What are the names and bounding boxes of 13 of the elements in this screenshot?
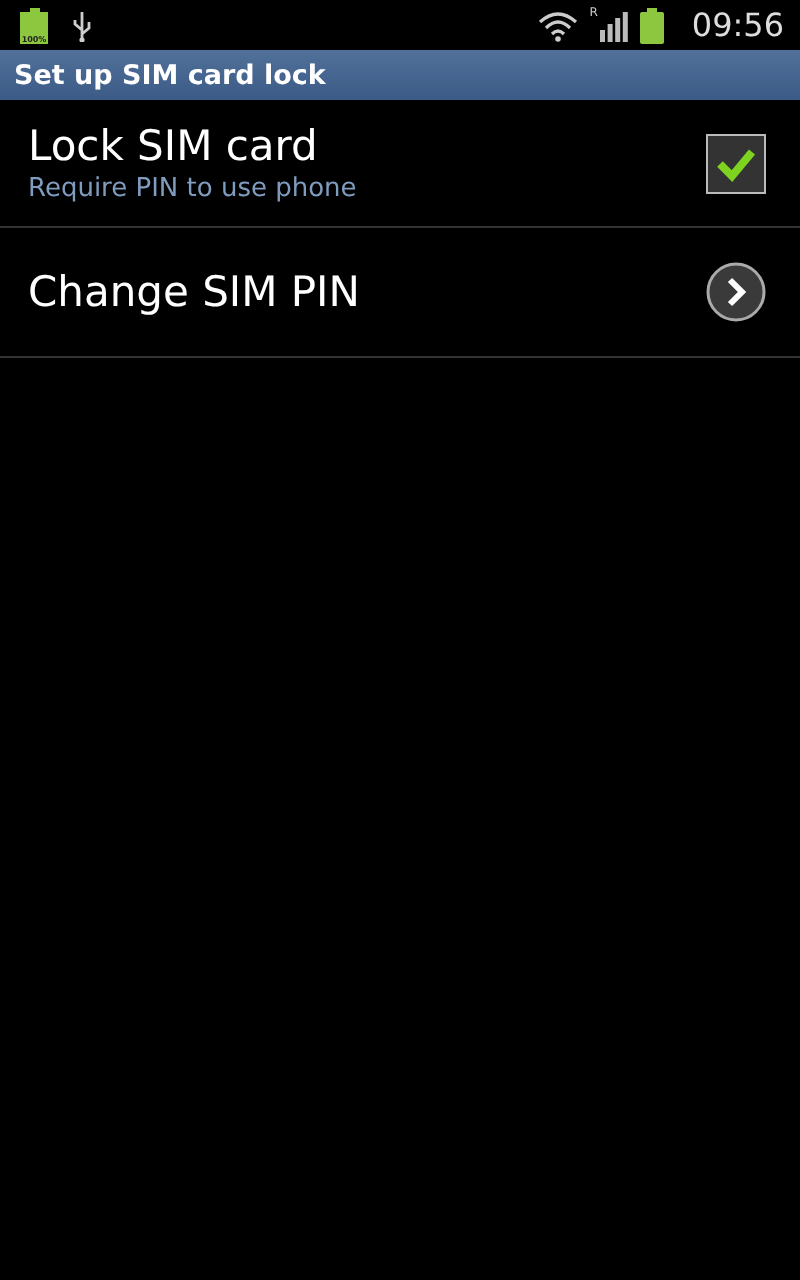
screen-title: Set up SIM card lock (14, 59, 326, 91)
setting-summary: Require PIN to use phone (28, 174, 357, 204)
checkbox[interactable] (706, 133, 766, 193)
chevron-icon[interactable] (706, 262, 766, 322)
signal-icon (599, 9, 628, 41)
usb-icon (72, 9, 92, 41)
settings-row[interactable]: Change SIM PIN (0, 228, 800, 358)
settings-row[interactable]: Lock SIM card Require PIN to use phone (0, 100, 800, 228)
wifi-icon (537, 9, 578, 41)
setting-title: Change SIM PIN (28, 268, 360, 316)
setting-title: Lock SIM card (28, 122, 320, 170)
battery-icon (639, 7, 664, 43)
clock: 09:56 (691, 6, 784, 44)
